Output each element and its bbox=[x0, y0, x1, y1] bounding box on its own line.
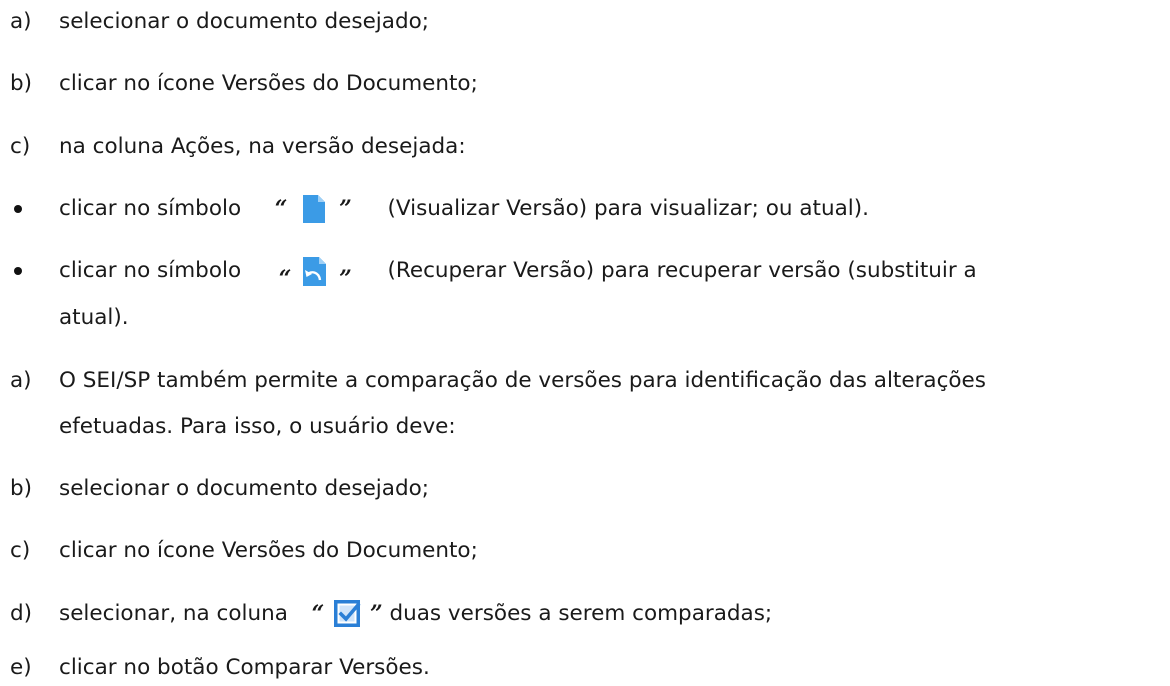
list-item: c) clicar no ícone Versões do Documento; bbox=[0, 533, 1170, 569]
list-item-text: selecionar, na coluna “ ” duas versões a… bbox=[59, 596, 772, 632]
list-item-text: selecionar o documento desejado; bbox=[59, 9, 430, 34]
quote-open: “ bbox=[311, 601, 325, 627]
list-marker: a) bbox=[10, 9, 32, 34]
document-restore-icon bbox=[298, 253, 332, 289]
bullet-item: clicar no símbolo “ ” (Recuperar Versão)… bbox=[0, 253, 1170, 292]
list-item-text: O SEI/SP também permite a comparação de … bbox=[59, 368, 986, 393]
bullet-text-before: clicar no símbolo bbox=[59, 196, 242, 221]
bullet-text-continuation: atual). bbox=[59, 305, 129, 330]
list-marker: c) bbox=[10, 538, 31, 563]
list-item-text: clicar no ícone Versões do Documento; bbox=[59, 538, 478, 563]
list-item-text: selecionar o documento desejado; bbox=[59, 476, 430, 501]
list-item-text-before: selecionar, na coluna bbox=[59, 601, 288, 626]
quote-close: ” bbox=[369, 601, 383, 627]
list-item-text: na coluna Ações, na versão desejada: bbox=[59, 134, 466, 159]
list-marker: c) bbox=[10, 134, 31, 159]
checkbox-checked-icon bbox=[331, 596, 363, 632]
list-marker: b) bbox=[10, 71, 33, 96]
list-marker: a) bbox=[10, 368, 32, 393]
list-item-continuation: efetuadas. Para isso, o usuário deve: bbox=[0, 409, 1170, 445]
list-item: c) na coluna Ações, na versão desejada: bbox=[0, 129, 1170, 165]
list-item: a) O SEI/SP também permite a comparação … bbox=[0, 363, 1170, 399]
bullet-text: clicar no símbolo “ ” (Visualizar Versão… bbox=[59, 191, 869, 227]
bullet-item: clicar no símbolo “ ” (Visualizar Versão… bbox=[0, 191, 1170, 227]
list-item-text-continuation: efetuadas. Para isso, o usuário deve: bbox=[59, 414, 456, 439]
bullet-text-before: clicar no símbolo bbox=[59, 258, 242, 283]
bullet-item-continuation: atual). bbox=[0, 300, 1170, 336]
document-icon bbox=[294, 191, 332, 227]
list-item: a) selecionar o documento desejado; bbox=[0, 4, 1170, 40]
document-page: a) selecionar o documento desejado; b) c… bbox=[0, 0, 1170, 686]
list-item-text: clicar no ícone Versões do Documento; bbox=[59, 71, 478, 96]
list-item: b) clicar no ícone Versões do Documento; bbox=[0, 66, 1170, 102]
bullet-text-after: (Recuperar Versão) para recuperar versão… bbox=[387, 258, 977, 283]
list-marker: d) bbox=[10, 601, 33, 626]
list-marker: b) bbox=[10, 476, 33, 501]
bullet-text: clicar no símbolo “ ” (Recuperar Versão)… bbox=[59, 253, 977, 297]
list-item-text: clicar no botão Comparar Versões. bbox=[59, 655, 430, 680]
bullet-dot bbox=[14, 205, 22, 213]
list-item: b) selecionar o documento desejado; bbox=[0, 471, 1170, 507]
quote-close: ” bbox=[339, 266, 352, 292]
list-item-text-after: duas versões a serem comparadas; bbox=[389, 601, 773, 626]
quote-open: “ bbox=[274, 196, 288, 222]
list-marker: e) bbox=[10, 655, 32, 680]
bullet-text-after: (Visualizar Versão) para visualizar; ou … bbox=[387, 196, 869, 221]
bullet-dot bbox=[14, 267, 22, 275]
list-item: e) clicar no botão Comparar Versões. bbox=[0, 650, 1170, 686]
list-item: d) selecionar, na coluna “ ” duas versõe… bbox=[0, 596, 1170, 632]
quote-close: ” bbox=[339, 196, 352, 222]
quote-open: “ bbox=[278, 266, 292, 292]
